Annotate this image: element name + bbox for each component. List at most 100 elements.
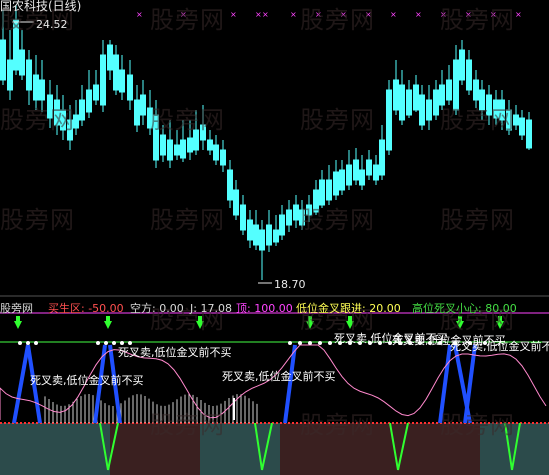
candle-body bbox=[113, 54, 119, 91]
candle-body bbox=[233, 189, 239, 216]
watermark: 股旁网 bbox=[440, 106, 515, 134]
candle-body bbox=[433, 89, 439, 116]
candle-body bbox=[279, 214, 285, 236]
x-marker: × bbox=[262, 10, 269, 19]
watermark: 股旁网 bbox=[440, 6, 515, 34]
candle-body bbox=[473, 79, 479, 101]
down-arrow bbox=[16, 316, 20, 322]
j-value: J: 17.08 bbox=[190, 302, 232, 315]
candle-body bbox=[526, 119, 532, 149]
watermark: 股旁网 bbox=[300, 411, 375, 439]
candle-body bbox=[379, 139, 385, 176]
price-low-label: 18.70 bbox=[274, 278, 306, 291]
signal-annotation: 死叉卖,低位金叉前不买 bbox=[118, 346, 232, 359]
candle-body bbox=[19, 49, 25, 76]
candle-body bbox=[286, 209, 292, 226]
down-arrow bbox=[104, 321, 112, 329]
watermark: 股旁网 bbox=[440, 206, 515, 234]
candle-body bbox=[273, 229, 279, 243]
watermark: 股旁网 bbox=[300, 6, 375, 34]
top-value: 顶: 100.00 bbox=[236, 302, 293, 315]
indicator-name: 股旁网 bbox=[0, 302, 33, 315]
signal-dot bbox=[318, 341, 322, 345]
buy-zone-value: 买生区: -50.00 bbox=[48, 302, 124, 315]
kline-chart-window[interactable]: × × × × × × × × × × × × × × × 股旁网 股旁网 股旁网 股旁网 股旁网 股旁网 … bbox=[0, 0, 549, 475]
high-cross-value: 高位死叉小心: 80.00 bbox=[412, 302, 517, 315]
candle-body bbox=[446, 79, 452, 101]
watermark: 股旁网 bbox=[150, 6, 225, 34]
candle-body bbox=[220, 149, 226, 166]
candle-body bbox=[353, 159, 359, 181]
candle-body bbox=[359, 169, 365, 186]
signal-annotation: 死叉卖,低位金叉前不买 bbox=[222, 370, 336, 383]
candle-body bbox=[174, 144, 180, 156]
candle-body bbox=[207, 139, 213, 151]
candle-body bbox=[259, 229, 265, 251]
x-marker: × bbox=[136, 10, 143, 19]
x-marker: × bbox=[290, 10, 297, 19]
candle-body bbox=[180, 139, 186, 159]
candle-body bbox=[119, 69, 125, 93]
signal-dot bbox=[298, 341, 302, 345]
candle-body bbox=[339, 169, 345, 191]
candle-body bbox=[459, 49, 465, 81]
signal-dot bbox=[288, 341, 292, 345]
down-arrow bbox=[14, 321, 22, 329]
watermark: 股旁网 bbox=[150, 411, 225, 439]
candle-body bbox=[413, 84, 419, 111]
candle-body bbox=[346, 164, 352, 186]
candle-body bbox=[100, 54, 106, 106]
signal-dot bbox=[308, 341, 312, 345]
candle-body bbox=[79, 99, 85, 121]
candle-body bbox=[247, 219, 253, 241]
x-marker: × bbox=[255, 10, 262, 19]
price-high-label: 24.52 bbox=[36, 18, 68, 31]
candle-body bbox=[393, 79, 399, 111]
candle-body bbox=[134, 99, 140, 126]
x-marker: × bbox=[415, 10, 422, 19]
candle-body bbox=[326, 179, 332, 201]
signal-dot bbox=[120, 341, 124, 345]
candle-body bbox=[426, 99, 432, 121]
short-value: 空方: 0.00 bbox=[130, 302, 184, 315]
down-arrow bbox=[106, 316, 110, 322]
signal-dot bbox=[112, 341, 116, 345]
candle-body bbox=[333, 171, 339, 196]
x-marker: × bbox=[230, 10, 237, 19]
candle-body bbox=[0, 39, 6, 81]
candle-body bbox=[373, 164, 379, 181]
signal-dot bbox=[18, 341, 22, 345]
watermark: 股旁网 bbox=[0, 206, 75, 234]
signal-dot bbox=[328, 341, 332, 345]
signal-dot bbox=[34, 341, 38, 345]
candle-body bbox=[39, 79, 45, 101]
candle-body bbox=[466, 59, 472, 91]
watermark: 股旁网 bbox=[300, 206, 375, 234]
low-cross-value: 低位金叉跟进: 20.00 bbox=[296, 302, 401, 315]
candle-body bbox=[240, 204, 246, 231]
candle-body bbox=[26, 59, 32, 91]
signal-dot bbox=[26, 341, 30, 345]
candle-body bbox=[519, 117, 525, 136]
candle-body bbox=[7, 59, 13, 91]
candle-body bbox=[33, 74, 39, 101]
watermark: 股旁网 bbox=[150, 206, 225, 234]
x-marker: × bbox=[390, 10, 397, 19]
candle-body bbox=[406, 89, 412, 116]
signal-annotation: 死叉卖,低位金叉前不买 bbox=[30, 374, 144, 387]
candle-body bbox=[399, 84, 405, 121]
candle-body bbox=[253, 224, 259, 246]
x-marker: × bbox=[515, 10, 522, 19]
candle-body bbox=[386, 89, 392, 151]
candle-body bbox=[366, 159, 372, 176]
watermark: 股旁网 bbox=[440, 411, 515, 439]
candle-body bbox=[127, 74, 133, 101]
kline-chart[interactable]: × × × × × × × × × × × × × × × bbox=[0, 0, 549, 475]
candle-body bbox=[140, 94, 146, 116]
watermark: 股旁网 bbox=[300, 106, 375, 134]
signal-line bbox=[12, 344, 30, 424]
candle-body bbox=[227, 169, 233, 201]
watermark: 股旁网 bbox=[0, 106, 75, 134]
candle-body bbox=[160, 134, 166, 156]
candle-body bbox=[213, 144, 219, 161]
